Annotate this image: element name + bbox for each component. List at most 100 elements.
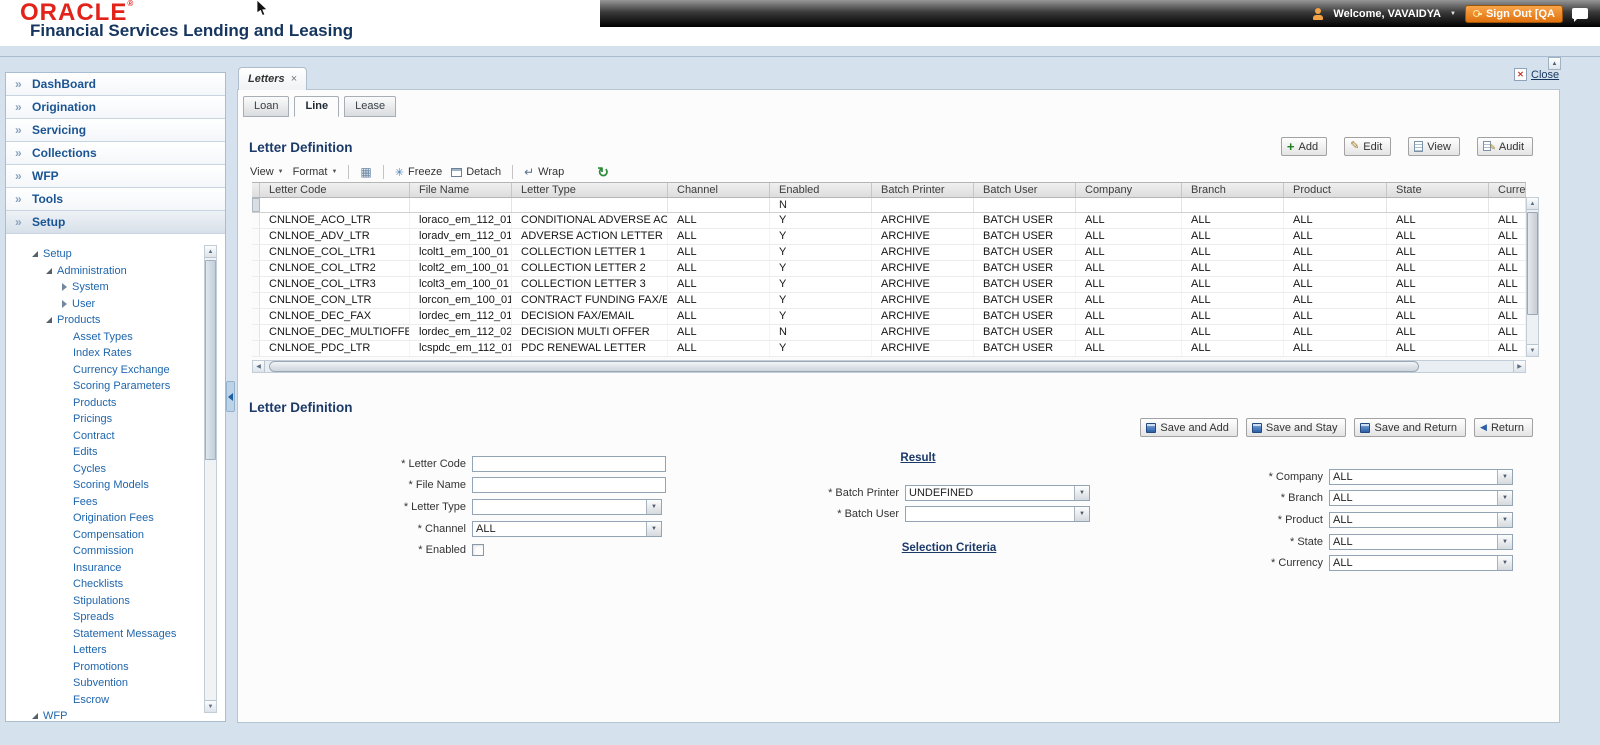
scroll-thumb[interactable] <box>269 361 1419 372</box>
tree-node-letters[interactable]: Letters <box>6 642 225 659</box>
filter-cell[interactable] <box>512 198 668 212</box>
filter-cell[interactable] <box>974 198 1076 212</box>
column-header[interactable]: Channel <box>668 183 770 197</box>
table-vertical-scrollbar[interactable]: ▲ ▼ <box>1526 197 1539 357</box>
tree-node-stipulations[interactable]: Stipulations <box>6 593 225 610</box>
tree-scrollbar[interactable]: ▲ ▼ <box>204 245 217 713</box>
column-header[interactable]: Product <box>1284 183 1387 197</box>
letter-code-input[interactable] <box>472 456 666 472</box>
chevron-down-icon[interactable]: ▼ <box>1450 11 1456 17</box>
column-header[interactable]: Currency <box>1489 183 1526 197</box>
tree-node-wfp[interactable]: WFP <box>6 708 225 721</box>
filter-cell[interactable] <box>1284 198 1387 212</box>
scroll-thumb[interactable] <box>205 260 216 460</box>
tree-node-currency-exchange[interactable]: Currency Exchange <box>6 362 225 379</box>
tree-node-spreads[interactable]: Spreads <box>6 609 225 626</box>
tree-node-compensation[interactable]: Compensation <box>6 527 225 544</box>
dropdown-arrow-icon[interactable]: ▼ <box>1074 486 1089 500</box>
scroll-right-arrow-icon[interactable]: ▶ <box>1513 361 1525 372</box>
view-button[interactable]: View <box>1408 137 1460 156</box>
channel-select[interactable]: ALL▼ <box>472 521 662 537</box>
sidebar-item-tools[interactable]: »Tools <box>6 188 225 211</box>
tree-node-label[interactable]: System <box>72 281 109 293</box>
tree-node-label[interactable]: Pricings <box>73 413 112 425</box>
tree-node-label[interactable]: Products <box>73 397 116 409</box>
tree-node-label[interactable]: Index Rates <box>73 347 132 359</box>
tree-node-label[interactable]: Currency Exchange <box>73 364 170 376</box>
filter-cell[interactable] <box>1387 198 1489 212</box>
collapsed-triangle-icon[interactable] <box>62 283 67 291</box>
tab-letters[interactable]: Letters× <box>238 67 307 90</box>
column-header[interactable]: State <box>1387 183 1489 197</box>
dropdown-arrow-icon[interactable]: ▼ <box>646 500 661 514</box>
detach-button[interactable]: Detach <box>451 166 501 178</box>
tree-node-promotions[interactable]: Promotions <box>6 659 225 676</box>
dropdown-arrow-icon[interactable]: ▼ <box>1497 491 1512 505</box>
tree-node-index-rates[interactable]: Index Rates <box>6 345 225 362</box>
product-select[interactable]: ALL▼ <box>1329 512 1513 528</box>
tree-node-label[interactable]: Spreads <box>73 611 114 623</box>
tree-node-label[interactable]: Compensation <box>73 529 144 541</box>
column-header[interactable]: Letter Code <box>260 183 410 197</box>
tree-node-statement-messages[interactable]: Statement Messages <box>6 626 225 643</box>
tree-node-label[interactable]: Promotions <box>73 661 129 673</box>
scroll-up-arrow-icon[interactable]: ▲ <box>205 246 216 258</box>
wrap-button[interactable]: ↵Wrap <box>524 165 564 179</box>
tree-node-scoring-models[interactable]: Scoring Models <box>6 477 225 494</box>
scroll-down-arrow-icon[interactable]: ▼ <box>1527 344 1538 356</box>
tree-node-label[interactable]: Asset Types <box>73 331 133 343</box>
tree-node-label[interactable]: Scoring Parameters <box>73 380 170 392</box>
return-button[interactable]: ◀Return <box>1474 418 1533 437</box>
expanded-triangle-icon[interactable] <box>46 268 52 274</box>
table-row[interactable]: CNLNOE_COL_LTR1lcolt1_em_100_01COLLECTIO… <box>252 245 1526 261</box>
enabled-checkbox[interactable] <box>472 544 484 556</box>
tree-node-label[interactable]: Commission <box>73 545 134 557</box>
tree-node-label[interactable]: Origination Fees <box>73 512 154 524</box>
tree-node-label[interactable]: Checklists <box>73 578 123 590</box>
tree-node-scoring-parameters[interactable]: Scoring Parameters <box>6 378 225 395</box>
tree-node-label[interactable]: Administration <box>57 265 127 277</box>
tree-node-label[interactable]: Subvention <box>73 677 128 689</box>
column-header[interactable]: File Name <box>410 183 512 197</box>
tree-node-escrow[interactable]: Escrow <box>6 692 225 709</box>
tree-node-label[interactable]: Escrow <box>73 694 109 706</box>
tree-node-pricings[interactable]: Pricings <box>6 411 225 428</box>
tree-node-label[interactable]: Letters <box>73 644 107 656</box>
column-header[interactable]: Batch Printer <box>872 183 974 197</box>
tree-node-label[interactable]: Scoring Models <box>73 479 149 491</box>
welcome-menu[interactable]: Welcome, VAVAIDYA <box>1333 8 1441 20</box>
table-row[interactable]: CNLNOE_COL_LTR3lcolt3_em_100_01COLLECTIO… <box>252 277 1526 293</box>
table-grid-icon[interactable]: ▦ <box>360 165 371 179</box>
batch-user-select[interactable]: ▼ <box>905 506 1090 522</box>
tree-node-products[interactable]: Products <box>6 395 225 412</box>
column-header[interactable]: Enabled <box>770 183 872 197</box>
table-row[interactable]: CNLNOE_DEC_MULTIOFFER...lordec_em_112_02… <box>252 325 1526 341</box>
sign-out-button[interactable]: Sign Out [QA <box>1465 5 1563 23</box>
freeze-button[interactable]: ✳Freeze <box>395 166 442 179</box>
table-row[interactable]: CNLNOE_ACO_LTRloraco_em_112_01CONDITIONA… <box>252 213 1526 229</box>
table-horizontal-scrollbar[interactable]: ◀ ▶ <box>252 360 1526 373</box>
tree-node-system[interactable]: System <box>6 279 225 296</box>
collapsed-triangle-icon[interactable] <box>62 300 67 308</box>
dropdown-arrow-icon[interactable]: ▼ <box>1497 513 1512 527</box>
tree-node-user[interactable]: User <box>6 296 225 313</box>
tree-node-label[interactable]: Fees <box>73 496 97 508</box>
tree-node-commission[interactable]: Commission <box>6 543 225 560</box>
state-select[interactable]: ALL▼ <box>1329 534 1513 550</box>
tree-node-cycles[interactable]: Cycles <box>6 461 225 478</box>
column-header[interactable]: Company <box>1076 183 1182 197</box>
subtab-line[interactable]: Line <box>294 96 339 117</box>
edit-button[interactable]: ✎Edit <box>1344 137 1391 156</box>
sidebar-collapse-handle[interactable] <box>226 381 235 412</box>
scroll-up-arrow-icon[interactable]: ▲ <box>1527 198 1538 210</box>
dropdown-arrow-icon[interactable]: ▼ <box>1497 535 1512 549</box>
audit-button[interactable]: ✎Audit <box>1477 137 1533 156</box>
column-header[interactable]: Branch <box>1182 183 1284 197</box>
sidebar-item-setup[interactable]: »Setup <box>6 211 225 234</box>
dropdown-arrow-icon[interactable]: ▼ <box>1074 507 1089 521</box>
table-row[interactable]: CNLNOE_PDC_LTRlcspdc_em_112_01PDC RENEWA… <box>252 341 1526 357</box>
sidebar-item-wfp[interactable]: »WFP <box>6 165 225 188</box>
tab-close-icon[interactable]: × <box>291 73 297 85</box>
filter-cell[interactable] <box>872 198 974 212</box>
filter-cell[interactable] <box>668 198 770 212</box>
